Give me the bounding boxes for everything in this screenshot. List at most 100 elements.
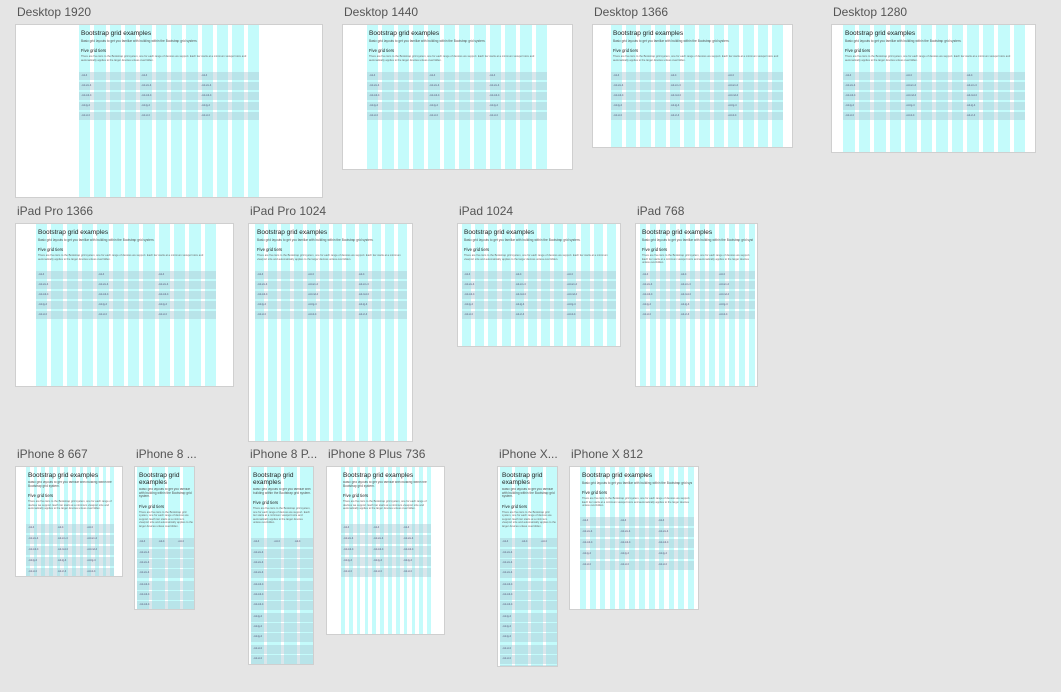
row-cell-label: .col-4 [620, 519, 627, 522]
artboard[interactable]: iPhone 8 P... Bootstrap grid examples Basi… [248, 447, 317, 665]
table-row: .col-md-4 [251, 601, 313, 610]
artboard-label[interactable]: Desktop 1280 [833, 5, 907, 19]
row-cell-label: .col-4 [294, 540, 301, 543]
table-row: .col-sm-4 [251, 549, 313, 558]
row-cell-label: .col-sm-4 [582, 530, 593, 533]
row-cell-label: .col-lg-4 [253, 615, 262, 618]
artboard[interactable]: iPhone X 812 Bootstrap grid examples Basic… [569, 447, 699, 610]
row-cell-label: .col-xl-4 [429, 114, 438, 117]
row-cell-label: .col-lg-4 [845, 104, 854, 107]
artboard[interactable]: iPhone X... Bootstrap grid examples Basic … [497, 447, 558, 667]
row-cell-label: .col-lg-4 [38, 303, 47, 306]
row-cell-label: .col-4 [464, 273, 471, 276]
row-cell-label: .col-xl-4 [86, 570, 96, 573]
row-cell-label: .col-4 [86, 526, 93, 529]
row-cell-label: .col-xl-4 [613, 114, 622, 117]
row-cell-label: .col-lg-4 [905, 104, 915, 107]
section-title: Five grid tiers [845, 48, 871, 53]
row-cell-label: .col-sm-4 [253, 571, 264, 574]
artboard[interactable]: iPhone 8 667 Bootstrap grid examples Basic… [15, 447, 123, 577]
row-cell-label: .col-md-4 [582, 541, 593, 544]
artboard[interactable]: iPad Pro 1024 Bootstrap grid examples Basi… [248, 204, 413, 442]
artboard-label[interactable]: iPhone X 812 [571, 447, 643, 461]
artboard-label[interactable]: iPhone 8 Plus 736 [328, 447, 425, 461]
row-cell-label: .col-md-4 [403, 548, 414, 551]
table-row: .col-sm-4 [500, 549, 557, 558]
row-cell-label: .col-xl-4 [141, 114, 150, 117]
row-cell-label: .col-md-4 [489, 94, 500, 97]
section-text: There are five tiers to the Bootstrap gr… [464, 254, 608, 261]
artboard[interactable]: Desktop 1280 Bootstrap grid examples Basic… [831, 5, 1036, 153]
table-row: .col-xl-4 .col-xl-4 .col-xl-4 [26, 568, 114, 576]
section-title: Five grid tiers [81, 48, 107, 53]
artboard[interactable]: Desktop 1440 Bootstrap grid examples Basic… [342, 5, 573, 170]
row-cell-label: .col-4 [373, 526, 380, 529]
page-subtitle: Basic grid layouts to get you familiar w… [582, 481, 692, 485]
table-row: .col-sm-4 .col-sm-4 .col-sm-4 [367, 82, 547, 90]
artboard[interactable]: iPad 1024 Bootstrap grid examples Basic gr… [457, 204, 621, 347]
row-cell-label: .col-4 [403, 526, 410, 529]
artboard[interactable]: iPhone 8 ... Bootstrap grid examples Basic… [134, 447, 197, 610]
page-subtitle: Basic grid layouts to get you familiar w… [845, 39, 962, 43]
row-cell-label: .col-xl-4 [966, 114, 976, 117]
row-cell-label: .col-xl-4 [98, 313, 107, 316]
section-text: There are five tiers to the Bootstrap gr… [613, 55, 779, 62]
artboard-label[interactable]: Desktop 1366 [594, 5, 668, 19]
page-content: Bootstrap grid examples Basic grid layout… [257, 229, 405, 261]
table-row: .col-sm-4 [500, 569, 557, 578]
artboard-label[interactable]: iPad Pro 1366 [17, 204, 93, 218]
page-content: Bootstrap grid examples Basic grid layout… [845, 30, 1023, 62]
table-row: .col-md-4 .col-md-4 .col-md-4 [26, 546, 114, 555]
page-subtitle: Basic grid layouts to get you familiar w… [642, 238, 753, 242]
row-cell-label: .col-lg-4 [502, 635, 511, 638]
row-cell-label: .col-sm-4 [727, 84, 738, 87]
row-cell-label: .col-xl-4 [158, 313, 167, 316]
row-cell-label: .col-sm-4 [515, 283, 526, 286]
table-row: .col-sm-4 .col-sm-4 .col-sm-4 [26, 535, 114, 544]
artboard-label[interactable]: iPhone X... [499, 447, 558, 461]
row-cell-label: .col-lg-4 [81, 104, 90, 107]
row-cell-label: .col-md-4 [429, 94, 440, 97]
table-row: .col-md-4 .col-md-4 .col-md-4 [367, 92, 547, 100]
row-cell-label: .col-xl-4 [489, 114, 498, 117]
row-cell-label: .col-sm-4 [139, 571, 150, 574]
row-cell-label: .col-md-4 [307, 293, 319, 296]
section-text: There are five tiers to the Bootstrap gr… [38, 254, 204, 261]
artboard[interactable]: iPad Pro 1366 Bootstrap grid examples Basi… [15, 204, 234, 387]
page-title: Bootstrap grid examples [502, 472, 543, 486]
row-cell-label: .col-xl-4 [718, 313, 728, 316]
row-cell-label: .col-md-4 [86, 548, 98, 551]
row-cell-label: .col-md-4 [966, 94, 977, 97]
artboard-label[interactable]: iPad 1024 [459, 204, 513, 218]
artboard-label[interactable]: iPad 768 [637, 204, 684, 218]
table-row: .col-xl-4 .col-xl-4 .col-xl-4 [462, 311, 616, 319]
artboard-label[interactable]: iPhone 8 P... [250, 447, 317, 461]
artboard-label[interactable]: Desktop 1920 [17, 5, 91, 19]
artboard-label[interactable]: iPhone 8 ... [136, 447, 197, 461]
row-cell-label: .col-lg-4 [307, 303, 317, 306]
row-cell-label: .col-sm-4 [139, 551, 150, 554]
table-row: .col-lg-4 .col-lg-4 .col-lg-4 [255, 301, 407, 309]
section-title: Five grid tiers [369, 48, 395, 53]
page-subtitle: Basic grid layouts to get you familiar w… [28, 481, 112, 488]
artboard[interactable]: iPhone 8 Plus 736 Bootstrap grid examples… [326, 447, 445, 635]
artboard-frame: Bootstrap grid examples Basic grid layout… [457, 223, 621, 347]
artboard-label[interactable]: iPad Pro 1024 [250, 204, 326, 218]
artboard[interactable]: Desktop 1920 Bootstrap grid examples Basic… [15, 5, 323, 198]
row-cell-label: .col-sm-4 [139, 561, 150, 564]
row-cell-label: .col-lg-4 [201, 104, 210, 107]
row-cell-label: .col-4 [566, 273, 573, 276]
row-cell-label: .col-lg-4 [642, 303, 651, 306]
section-text: There are five tiers to the Bootstrap gr… [582, 497, 691, 507]
artboard-label[interactable]: Desktop 1440 [344, 5, 418, 19]
artboard[interactable]: Desktop 1366 Bootstrap grid examples Basic… [592, 5, 793, 148]
artboard-frame: Bootstrap grid examples Basic grid layout… [831, 24, 1036, 153]
artboard[interactable]: iPad 768 Bootstrap grid examples Basic gri… [635, 204, 758, 387]
table-row: .col-4 .col-4 .col-4 [26, 524, 114, 533]
row-cell-label: .col-sm-4 [658, 530, 669, 533]
artboard-label[interactable]: iPhone 8 667 [17, 447, 88, 461]
row-cell-label: .col-sm-4 [966, 84, 977, 87]
table-row: .col-md-4 [251, 581, 313, 590]
row-cell-label: .col-sm-4 [613, 84, 624, 87]
table-row: .col-xl-4 [500, 655, 557, 664]
